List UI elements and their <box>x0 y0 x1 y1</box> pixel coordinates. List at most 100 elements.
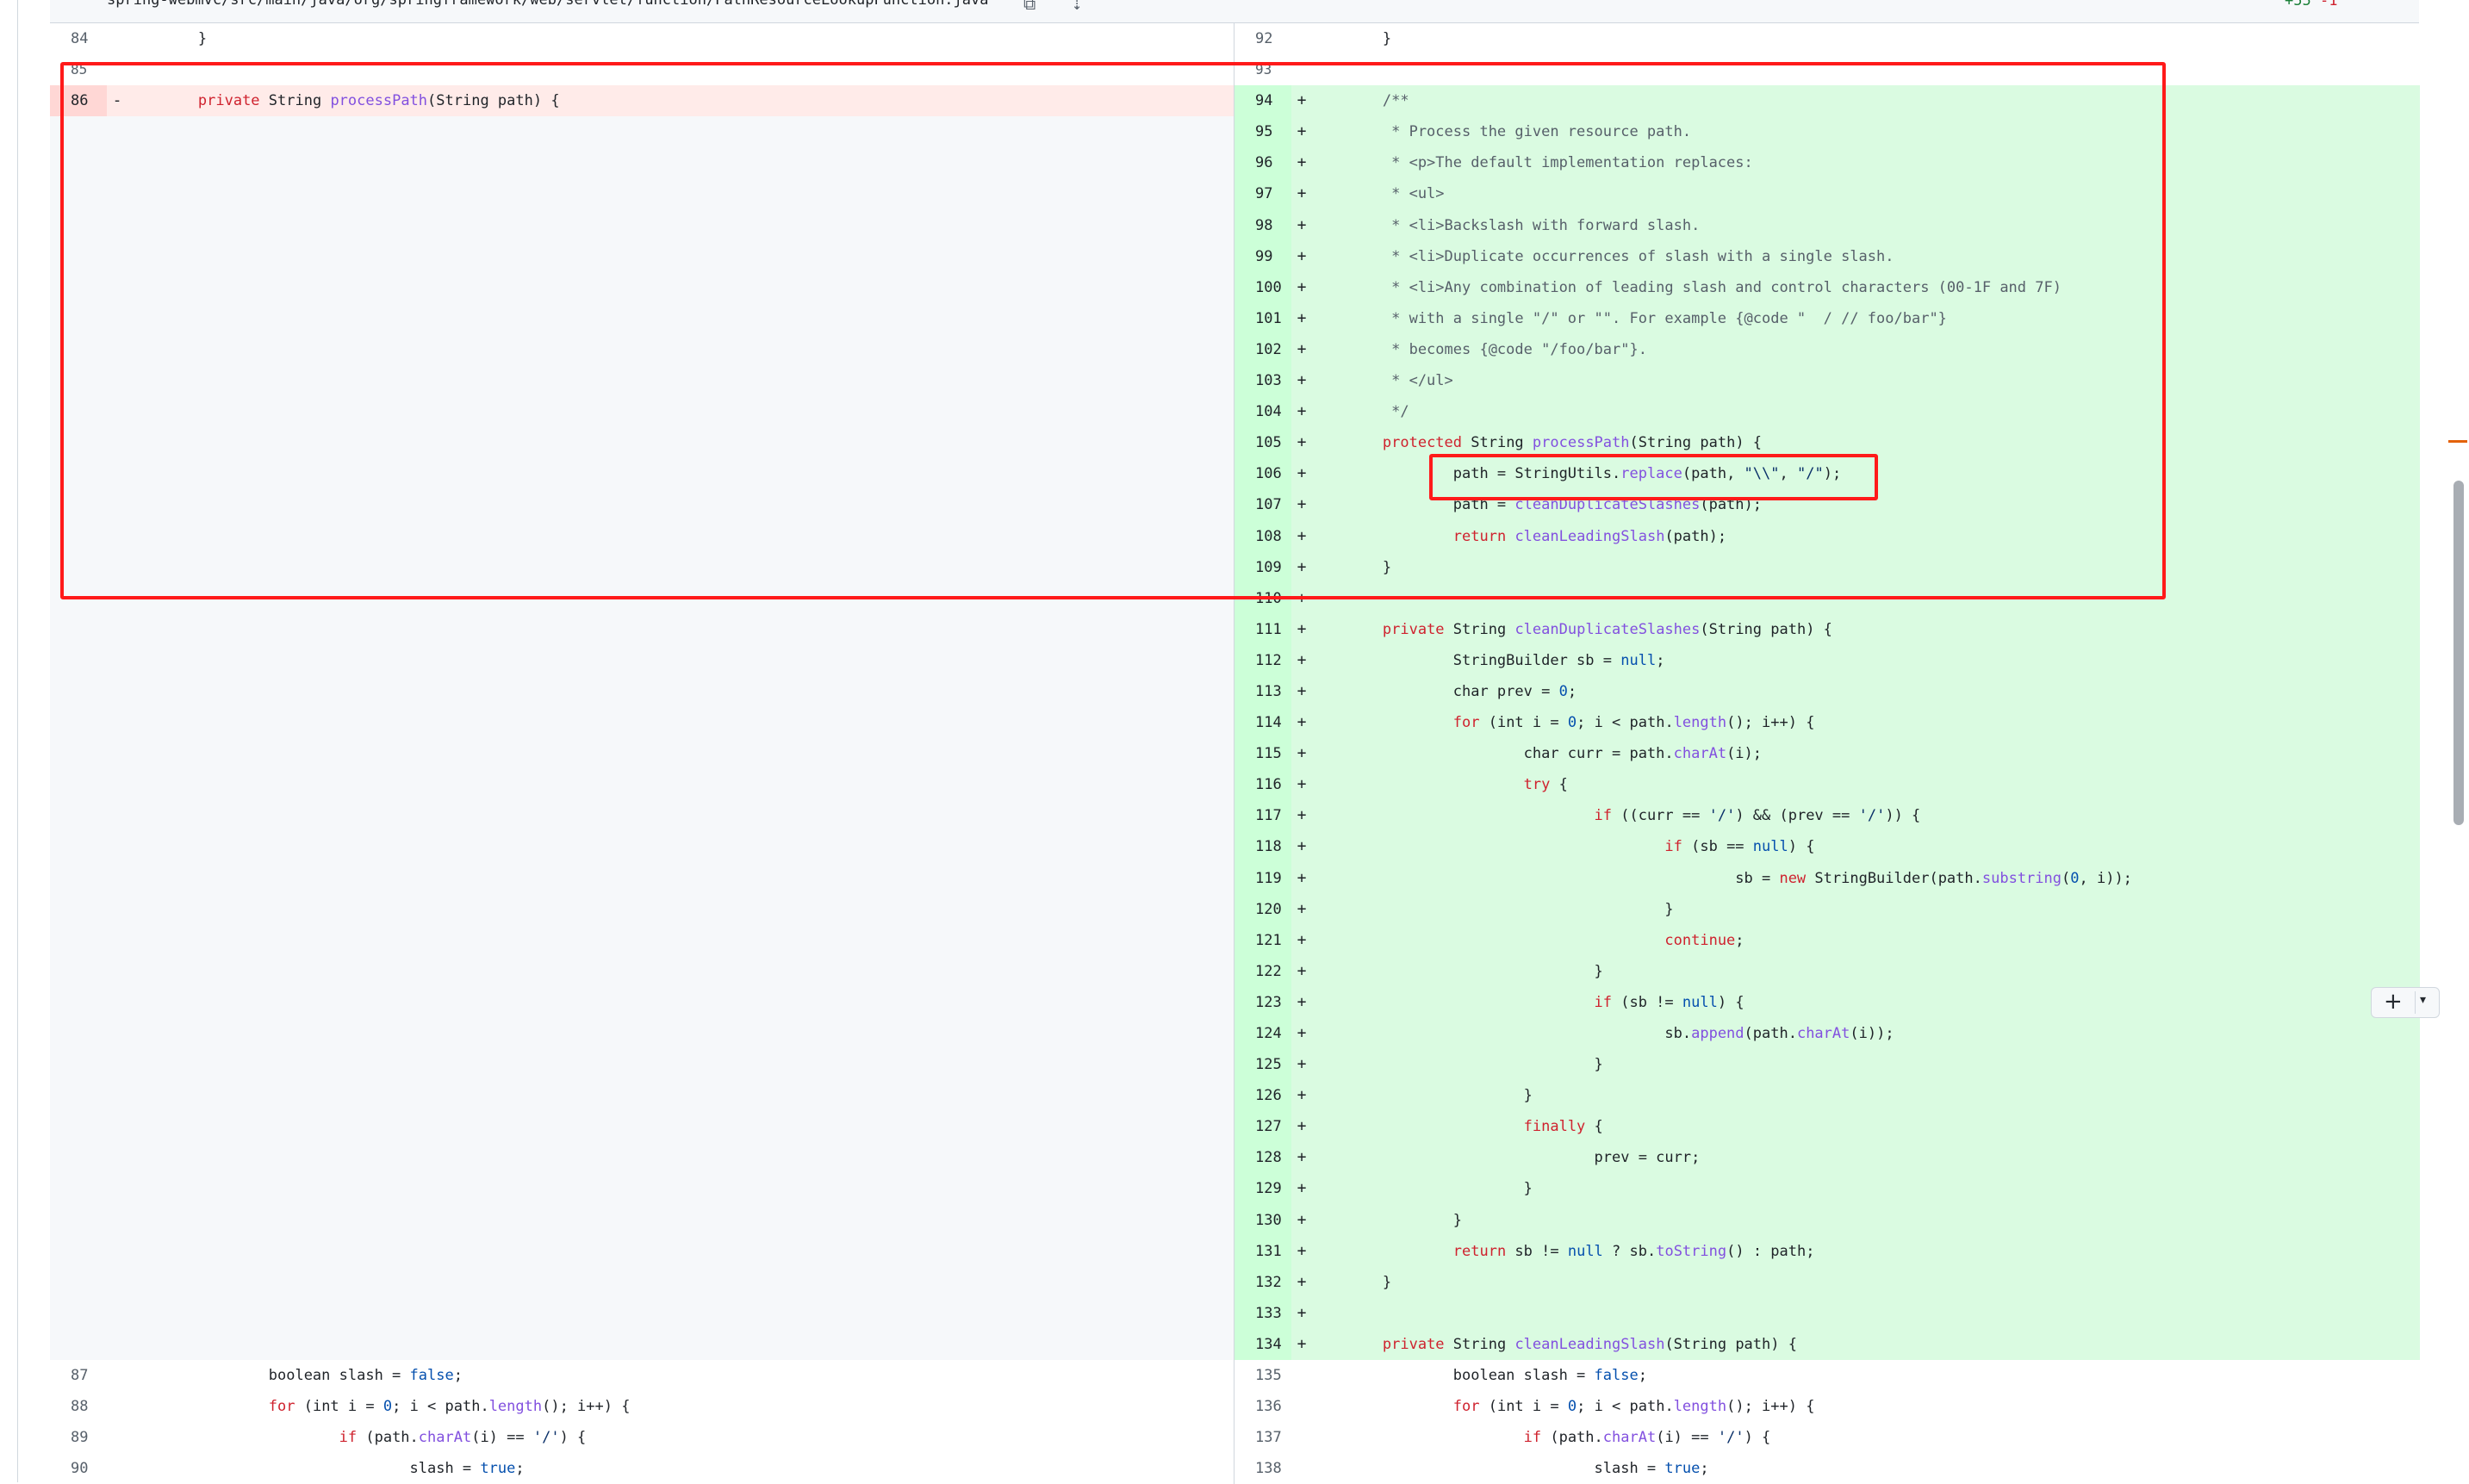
line-number[interactable]: 101 <box>1234 302 1291 334</box>
right-line[interactable]: 119 + sb = new StringBuilder(path.substri… <box>1234 862 2420 894</box>
line-number[interactable]: 95 <box>1234 116 1291 148</box>
line-number[interactable]: 121 <box>1234 924 1291 956</box>
line-number[interactable]: 114 <box>1234 707 1291 739</box>
right-line[interactable]: 96 + * <p>The default implementation repl… <box>1234 147 2420 179</box>
line-number[interactable]: 131 <box>1234 1235 1291 1267</box>
right-line[interactable]: 115 + char curr = path.charAt(i); <box>1234 738 2420 770</box>
right-line[interactable]: 124 + sb.append(path.charAt(i)); <box>1234 1018 2420 1050</box>
right-line[interactable]: 129 + } <box>1234 1173 2420 1205</box>
right-line[interactable]: 136 for (int i = 0; i < path.length(); i… <box>1234 1391 2420 1423</box>
line-number[interactable]: 90 <box>50 1453 107 1484</box>
expand-icon[interactable]: ⇣ <box>1072 0 1082 14</box>
line-number[interactable]: 125 <box>1234 1049 1291 1081</box>
right-line[interactable]: 127 + finally { <box>1234 1111 2420 1143</box>
left-line[interactable]: 87 boolean slash = false; <box>50 1360 1234 1392</box>
line-number[interactable]: 133 <box>1234 1297 1291 1329</box>
right-line[interactable]: 122 + } <box>1234 955 2420 987</box>
line-number[interactable]: 104 <box>1234 396 1291 428</box>
line-number[interactable]: 123 <box>1234 986 1291 1018</box>
chevron-down-icon[interactable]: ▾ <box>2420 993 2426 1007</box>
left-line[interactable]: 90 slash = true; <box>50 1453 1234 1484</box>
line-number[interactable]: 134 <box>1234 1328 1291 1361</box>
right-line[interactable]: 107 + path = cleanDuplicateSlashes(path); <box>1234 489 2420 521</box>
left-line[interactable]: 89 if (path.charAt(i) == '/') { <box>50 1422 1234 1454</box>
line-number[interactable]: 97 <box>1234 178 1291 210</box>
right-line[interactable]: 134 + private String cleanLeadingSlash(St… <box>1234 1328 2420 1361</box>
line-number[interactable]: 87 <box>50 1360 107 1391</box>
right-line[interactable]: 97 + * <ul> <box>1234 178 2420 210</box>
right-line[interactable]: 98 + * <li>Backslash with forward slash. <box>1234 209 2420 241</box>
line-number[interactable]: 135 <box>1234 1360 1291 1391</box>
right-line[interactable]: 138 slash = true; <box>1234 1453 2420 1484</box>
copy-icon[interactable]: ⧉ <box>1023 0 1035 14</box>
right-line[interactable]: 114 + for (int i = 0; i < path.length(); … <box>1234 707 2420 739</box>
line-number[interactable]: 138 <box>1234 1453 1291 1484</box>
line-number[interactable]: 137 <box>1234 1422 1291 1453</box>
line-number[interactable]: 136 <box>1234 1391 1291 1422</box>
right-line[interactable]: 131 + return sb != null ? sb.toString() :… <box>1234 1235 2420 1267</box>
left-line[interactable]: 85 <box>50 54 1234 86</box>
line-number[interactable]: 92 <box>1234 23 1291 54</box>
scrollbar[interactable] <box>2453 481 2464 825</box>
right-line[interactable]: 102 + * becomes {@code "/foo/bar"}. <box>1234 333 2420 366</box>
left-line[interactable]: 86- private String processPath(String pa… <box>50 85 1234 117</box>
right-line[interactable]: 132 + } <box>1234 1266 2420 1298</box>
right-line[interactable]: 95 + * Process the given resource path. <box>1234 116 2420 148</box>
line-number[interactable]: 84 <box>50 23 107 54</box>
right-line[interactable]: 116 + try { <box>1234 769 2420 801</box>
right-line[interactable]: 135 boolean slash = false; <box>1234 1360 2420 1392</box>
right-line[interactable]: 126 + } <box>1234 1080 2420 1112</box>
line-number[interactable]: 119 <box>1234 862 1291 894</box>
line-number[interactable]: 99 <box>1234 240 1291 272</box>
line-number[interactable]: 108 <box>1234 520 1291 552</box>
right-line[interactable]: 133 + <box>1234 1297 2420 1329</box>
line-number[interactable]: 132 <box>1234 1266 1291 1298</box>
line-number[interactable]: 115 <box>1234 738 1291 770</box>
right-line[interactable]: 125 + } <box>1234 1049 2420 1081</box>
line-number[interactable]: 86 <box>50 85 107 117</box>
right-line[interactable]: 101 + * with a single "/" or "". For exam… <box>1234 302 2420 334</box>
right-line[interactable]: 120 + } <box>1234 893 2420 925</box>
right-line[interactable]: 105 + protected String processPath(String… <box>1234 427 2420 459</box>
line-number[interactable]: 96 <box>1234 147 1291 179</box>
right-line[interactable]: 103 + * </ul> <box>1234 365 2420 397</box>
line-number[interactable]: 109 <box>1234 551 1291 583</box>
line-number[interactable]: 107 <box>1234 489 1291 521</box>
right-line[interactable]: 118 + if (sb == null) { <box>1234 831 2420 863</box>
right-line[interactable]: 108 + return cleanLeadingSlash(path); <box>1234 520 2420 552</box>
right-line[interactable]: 121 + continue; <box>1234 924 2420 956</box>
left-line[interactable]: 84 } <box>50 23 1234 55</box>
right-line[interactable]: 123 + if (sb != null) { <box>1234 986 2420 1018</box>
line-number[interactable]: 89 <box>50 1422 107 1453</box>
right-line[interactable]: 106 + path = StringUtils.replace(path, "\… <box>1234 458 2420 490</box>
line-number[interactable]: 94 <box>1234 85 1291 117</box>
line-number[interactable]: 93 <box>1234 54 1291 85</box>
line-number[interactable]: 127 <box>1234 1111 1291 1143</box>
line-number[interactable]: 130 <box>1234 1204 1291 1236</box>
right-line[interactable]: 112 + StringBuilder sb = null; <box>1234 644 2420 676</box>
right-line[interactable]: 110 + <box>1234 582 2420 614</box>
line-number[interactable]: 113 <box>1234 675 1291 708</box>
line-number[interactable]: 128 <box>1234 1142 1291 1174</box>
line-number[interactable]: 98 <box>1234 209 1291 241</box>
line-number[interactable]: 122 <box>1234 955 1291 987</box>
line-number[interactable]: 102 <box>1234 333 1291 366</box>
line-number[interactable]: 117 <box>1234 800 1291 832</box>
line-number[interactable]: 100 <box>1234 271 1291 303</box>
line-number[interactable]: 111 <box>1234 613 1291 645</box>
line-number[interactable]: 124 <box>1234 1018 1291 1050</box>
right-line[interactable]: 99 + * <li>Duplicate occurrences of slash… <box>1234 240 2420 272</box>
right-line[interactable]: 117 + if ((curr == '/') && (prev == '/'))… <box>1234 800 2420 832</box>
line-number[interactable]: 103 <box>1234 365 1291 397</box>
right-line[interactable]: 94 + /** <box>1234 85 2420 117</box>
line-number[interactable]: 106 <box>1234 458 1291 490</box>
right-line[interactable]: 104 + */ <box>1234 396 2420 428</box>
right-line[interactable]: 130 + } <box>1234 1204 2420 1236</box>
line-number[interactable]: 120 <box>1234 893 1291 925</box>
line-number[interactable]: 110 <box>1234 582 1291 614</box>
add-comment-button[interactable]: + ▾ <box>2371 987 2440 1018</box>
line-number[interactable]: 118 <box>1234 831 1291 863</box>
line-number[interactable]: 129 <box>1234 1173 1291 1205</box>
line-number[interactable]: 112 <box>1234 644 1291 676</box>
right-line[interactable]: 109 + } <box>1234 551 2420 583</box>
